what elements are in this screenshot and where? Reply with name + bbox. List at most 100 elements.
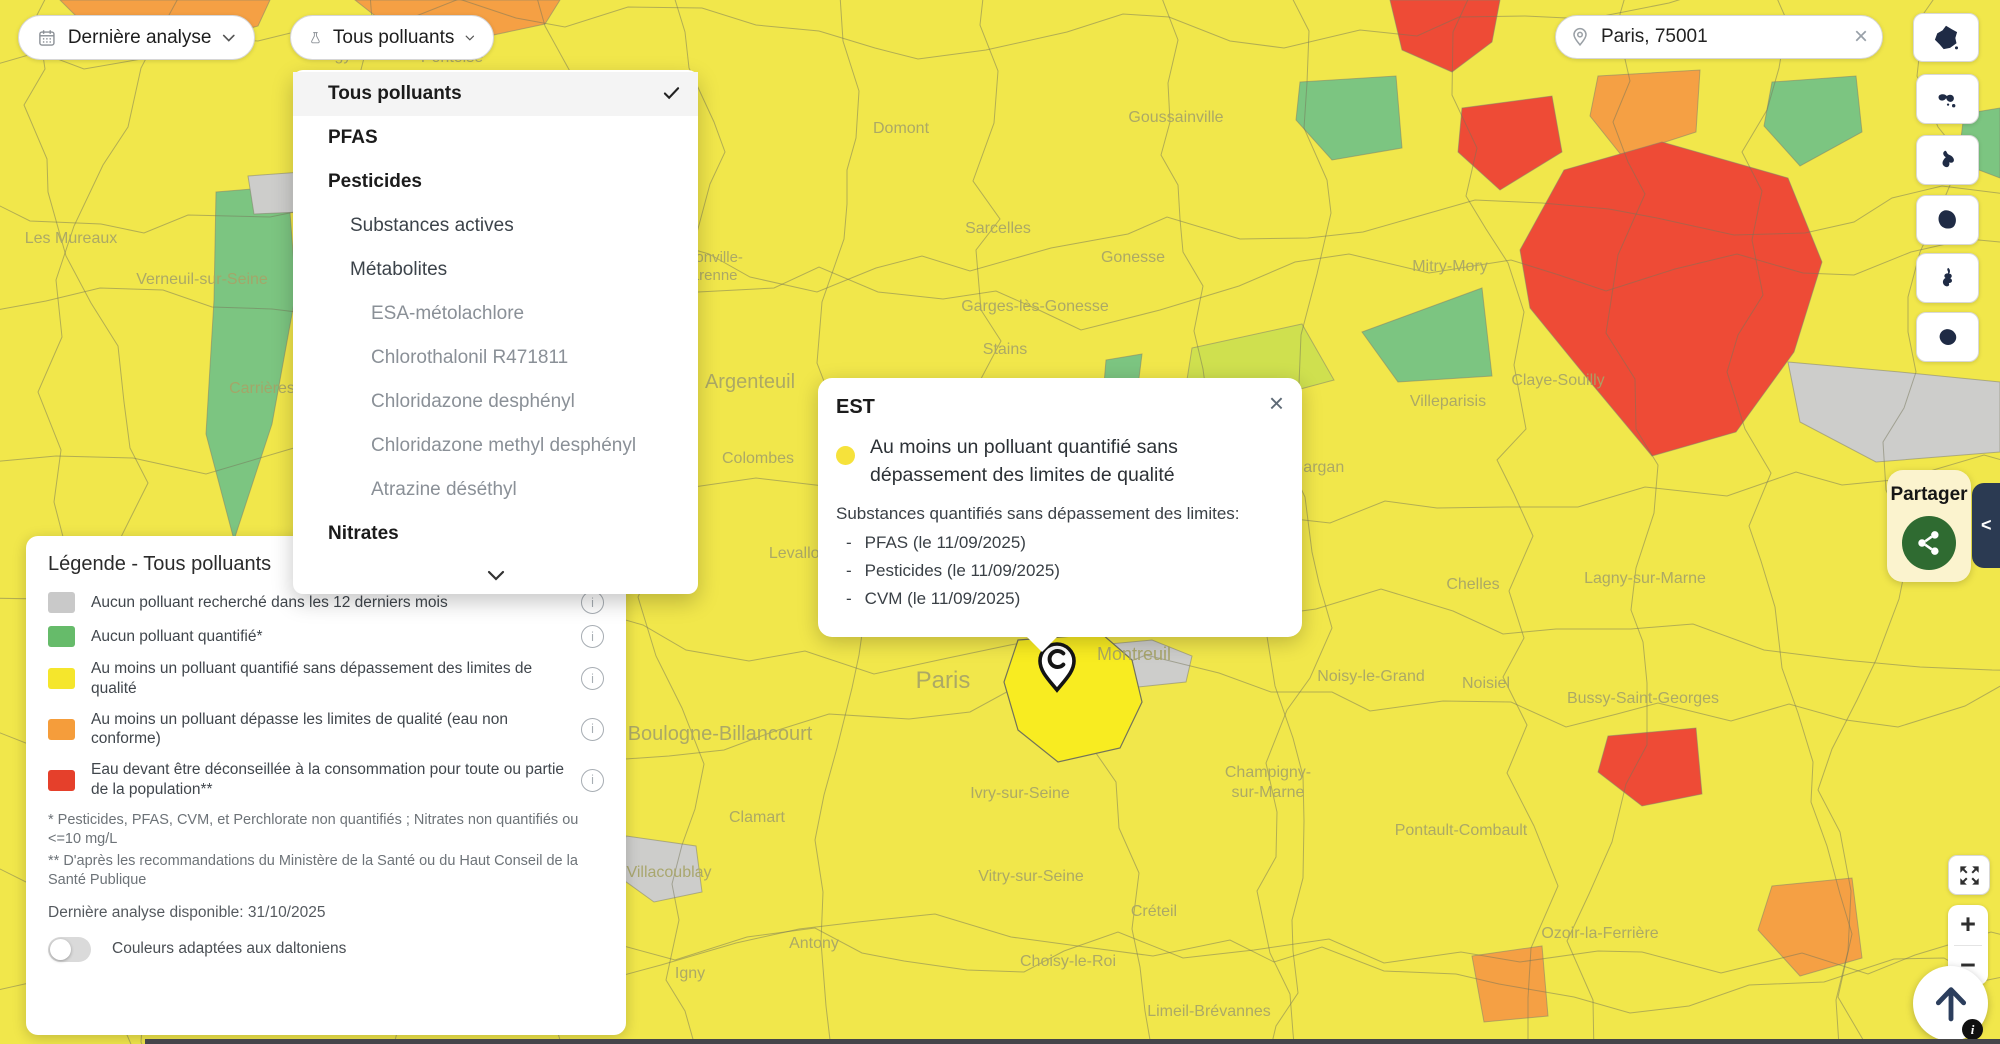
map-place-label: Domont (873, 120, 930, 137)
share-icon (1915, 529, 1943, 557)
map-place-label: Villeparisis (1410, 393, 1486, 410)
territory-button-mayotte[interactable] (1916, 253, 1979, 303)
territory-button-martinique[interactable] (1916, 135, 1979, 185)
fullscreen-button[interactable] (1948, 855, 1990, 895)
map-place-label: Carrières (229, 380, 295, 397)
legend-row: Eau devant être déconseillée à la consom… (48, 760, 604, 800)
commune-region (1472, 946, 1548, 1022)
period-filter-button[interactable]: Dernière analyse (18, 15, 255, 60)
map-place-label: Vitry-sur-Seine (978, 868, 1084, 885)
legend-color-swatch (48, 719, 75, 740)
chevron-left-icon: < (1981, 515, 1992, 536)
map-place-label: Mitry-Mory (1412, 258, 1488, 275)
popup-subtitle: Substances quantifiés sans dépassement d… (836, 504, 1280, 524)
pollutant-filter-label: Tous polluants (333, 27, 454, 49)
list-item: Pesticides (le 11/09/2025) (846, 561, 1280, 581)
pollutant-dropdown-menu: Tous polluants PFAS Pesticides Substance… (293, 70, 698, 594)
menu-item-atrazine-desethyl[interactable]: Atrazine déséthyl (293, 468, 698, 512)
list-item: PFAS (le 11/09/2025) (846, 533, 1280, 553)
map-place-label: sur-Marne (1232, 784, 1305, 801)
guyane-map-icon (1934, 207, 1961, 234)
territory-button-france[interactable] (1913, 13, 1979, 62)
map-place-label: Ozoir-la-Ferrière (1541, 925, 1658, 942)
menu-item-chloridazone-desphenyl[interactable]: Chloridazone desphényl (293, 380, 698, 424)
map-place-label: Goussainville (1128, 109, 1223, 126)
info-icon[interactable]: i (581, 591, 604, 614)
zoom-in-button[interactable]: + (1948, 905, 1988, 945)
search-clear-icon[interactable]: × (1854, 25, 1868, 49)
chevron-down-icon (465, 33, 475, 43)
map-place-label: Les Mureaux (25, 230, 118, 247)
popup-status-text: Au moins un polluant quantifié sans dépa… (870, 434, 1215, 489)
menu-item-substances-actives[interactable]: Substances actives (293, 204, 698, 248)
menu-item-metabolites[interactable]: Métabolites (293, 248, 698, 292)
map-place-label: Noisy-le-Grand (1317, 668, 1425, 685)
share-widget: Partager (1887, 470, 1971, 582)
map-place-label: Noisiel (1462, 675, 1510, 692)
info-icon[interactable]: i (581, 625, 604, 648)
legend-row: Au moins un polluant dépasse les limites… (48, 710, 604, 750)
flask-icon (309, 28, 322, 48)
map-place-label: Chelles (1446, 576, 1499, 593)
last-analysis-date: Dernière analyse disponible: 31/10/2025 (48, 904, 604, 922)
map-place-label: Champigny- (1225, 764, 1311, 781)
legend-color-swatch (48, 626, 75, 647)
period-filter-label: Dernière analyse (68, 27, 212, 49)
territory-button-guyane[interactable] (1916, 195, 1979, 245)
close-icon[interactable]: × (1269, 390, 1284, 416)
search-input[interactable] (1599, 25, 1845, 49)
map-place-label: Paris (916, 667, 971, 694)
location-pin-icon (1570, 27, 1590, 47)
map-place-label: Igny (675, 965, 705, 982)
pollutant-filter-button[interactable]: Tous polluants (290, 15, 494, 60)
map-place-label: Ivry-sur-Seine (970, 785, 1070, 802)
map-place-label: Boulogne-Billancourt (628, 723, 813, 745)
map-place-label: Garges-lès-Gonesse (961, 298, 1109, 315)
legend-panel: Légende - Tous polluants Aucun polluant … (26, 536, 626, 1035)
legend-color-swatch (48, 770, 75, 791)
map-place-label: Gonesse (1101, 249, 1165, 266)
map-place-label: Claye-Souilly (1511, 372, 1604, 389)
martinique-map-icon (1934, 147, 1961, 174)
legend-row: Aucun polluant quantifié* i (48, 625, 604, 648)
reunion-map-icon (1934, 324, 1961, 351)
map-place-label: Argenteuil (705, 371, 795, 393)
menu-item-chlorothalonil[interactable]: Chlorothalonil R471811 (293, 336, 698, 380)
chevron-down-icon (487, 570, 505, 581)
territory-button-reunion[interactable] (1916, 312, 1979, 362)
france-map-icon (1932, 24, 1960, 52)
mayotte-map-icon (1934, 265, 1961, 292)
legend-row: Au moins un polluant quantifié sans dépa… (48, 659, 604, 699)
map-place-label: Verneuil-sur-Seine (136, 271, 268, 288)
menu-scroll-more[interactable] (293, 556, 698, 594)
popup-substance-list: PFAS (le 11/09/2025) Pesticides (le 11/0… (836, 533, 1280, 609)
menu-item-tous-polluants[interactable]: Tous polluants (293, 72, 698, 116)
chevron-down-icon (222, 33, 236, 43)
info-icon[interactable]: i (581, 769, 604, 792)
map-place-label: Bussy-Saint-Georges (1567, 690, 1719, 707)
menu-item-pfas[interactable]: PFAS (293, 116, 698, 160)
status-dot (836, 446, 855, 465)
legend-color-swatch (48, 592, 75, 613)
map-place-label: Limeil-Brévannes (1147, 1003, 1271, 1020)
bottom-edge-bar (145, 1039, 2000, 1044)
search-bar: × (1555, 15, 1883, 59)
info-icon[interactable]: i (581, 667, 604, 690)
map-place-label: Lagny-sur-Marne (1584, 570, 1706, 587)
map-place-label: Créteil (1131, 903, 1177, 920)
popup-title: EST (836, 396, 1280, 419)
info-icon[interactable]: i (1962, 1019, 1983, 1040)
territory-button-guadeloupe[interactable] (1916, 74, 1979, 124)
colorblind-toggle[interactable] (48, 937, 91, 962)
info-icon[interactable]: i (581, 718, 604, 741)
menu-item-nitrates[interactable]: Nitrates (293, 512, 698, 556)
share-button[interactable] (1902, 516, 1956, 570)
menu-item-esa-metolachlore[interactable]: ESA-métolachlore (293, 292, 698, 336)
list-item: CVM (le 11/09/2025) (846, 589, 1280, 609)
menu-item-chloridazone-methyl-desphenyl[interactable]: Chloridazone methyl desphényl (293, 424, 698, 468)
map-place-label: Choisy-le-Roi (1020, 953, 1116, 970)
menu-item-pesticides[interactable]: Pesticides (293, 160, 698, 204)
side-panel-toggle[interactable]: < (1972, 483, 2000, 568)
map-place-label: Montreuil (1097, 644, 1171, 664)
map-place-label: Stains (983, 341, 1027, 358)
